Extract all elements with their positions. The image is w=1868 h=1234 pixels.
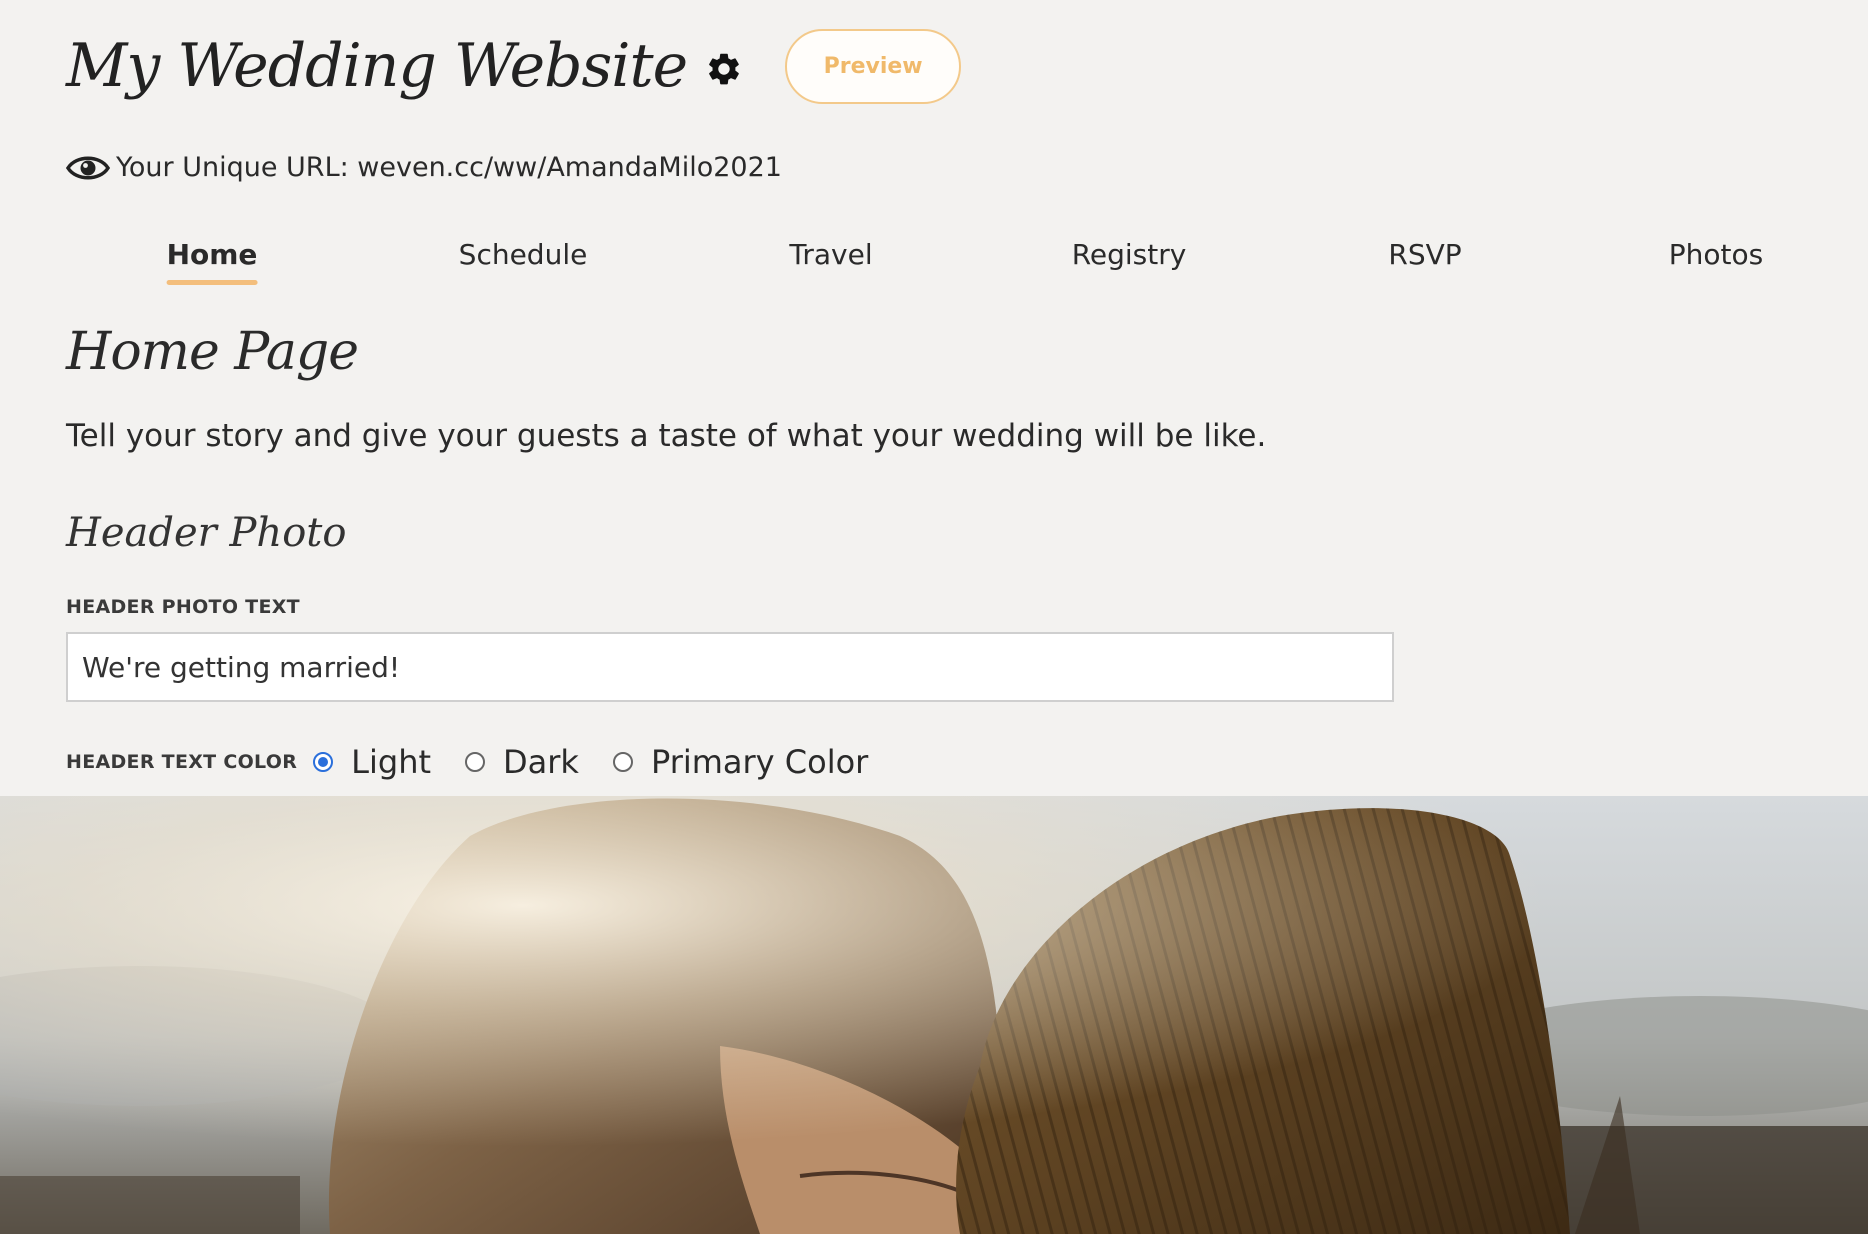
radio-label-dark: Dark (503, 743, 579, 781)
tab-travel[interactable]: Travel (789, 238, 872, 271)
tab-rsvp[interactable]: RSVP (1388, 238, 1461, 271)
header-text-color-group: HEADER TEXT COLOR Light Dark Primary Col… (66, 740, 902, 784)
tab-registry[interactable]: Registry (1072, 238, 1187, 271)
radio-dark[interactable] (465, 752, 486, 772)
tab-photos[interactable]: Photos (1669, 238, 1763, 271)
gear-icon[interactable] (705, 50, 743, 88)
color-option-primary[interactable]: Primary Color (612, 743, 869, 781)
header-photo-text-label: HEADER PHOTO TEXT (66, 596, 300, 618)
tab-schedule[interactable]: Schedule (459, 238, 588, 271)
eye-icon (66, 156, 110, 179)
section-title-header-photo: Header Photo (66, 510, 347, 556)
radio-light[interactable] (313, 752, 334, 772)
unique-url-text: Your Unique URL: weven.cc/ww/AmandaMilo2… (116, 152, 782, 183)
color-option-light[interactable]: Light (313, 743, 431, 781)
page-title: Home Page (66, 322, 359, 382)
header-photo-preview (0, 796, 1868, 1234)
wedding-website-editor: My Wedding Website Preview Your Unique U… (0, 0, 1868, 1234)
header-row: My Wedding Website Preview (66, 26, 962, 106)
preview-button[interactable]: Preview (785, 28, 962, 104)
unique-url-row: Your Unique URL: weven.cc/ww/AmandaMilo2… (66, 152, 782, 183)
site-title: My Wedding Website (66, 31, 688, 101)
radio-primary[interactable] (612, 752, 633, 772)
header-photo-text-input[interactable] (66, 632, 1394, 702)
header-photo-image (0, 796, 1868, 1234)
color-option-dark[interactable]: Dark (465, 743, 579, 781)
page-intro: Tell your story and give your guests a t… (66, 418, 1267, 454)
tab-home[interactable]: Home (166, 238, 257, 285)
radio-label-primary: Primary Color (650, 743, 869, 781)
page-tabs: Home Schedule Travel Registry RSVP Photo… (0, 238, 1868, 288)
header-text-color-label: HEADER TEXT COLOR (66, 751, 298, 773)
radio-label-light: Light (351, 743, 432, 781)
